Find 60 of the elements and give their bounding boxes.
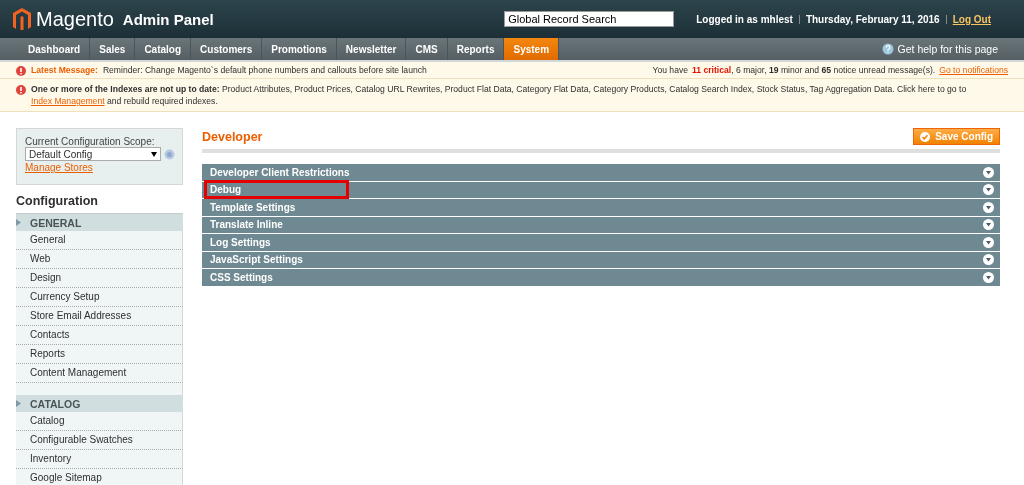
expand-icon xyxy=(983,166,994,178)
sidebar-item[interactable]: Web xyxy=(16,250,183,269)
check-icon xyxy=(920,131,931,142)
nav-tab[interactable]: Dashboard xyxy=(19,38,91,60)
section-header[interactable]: Debug xyxy=(202,181,1000,199)
sidebar-item[interactable]: Currency Setup xyxy=(16,288,183,307)
nav-tab[interactable]: CMS xyxy=(406,38,448,60)
sidebar-item[interactable]: Google Sitemap xyxy=(16,469,183,485)
scope-select[interactable]: Default Config xyxy=(25,147,161,161)
sidebar-item[interactable]: Store Email Addresses xyxy=(16,307,183,326)
user-label: Logged in as mhlest xyxy=(696,13,793,25)
section-header[interactable]: Log Settings xyxy=(202,234,1000,252)
nav-tab[interactable]: Promotions xyxy=(262,38,337,60)
search-field[interactable]: Global Record Search xyxy=(504,11,675,27)
section-header[interactable]: CSS Settings xyxy=(202,269,1000,287)
notifications-link[interactable]: Go to notifications xyxy=(939,64,1008,76)
sidebar-item[interactable]: Configurable Swatches xyxy=(16,431,183,450)
index-management-link[interactable]: Index Management xyxy=(31,96,105,106)
sidebar-item[interactable]: General xyxy=(16,231,183,250)
group-header[interactable]: CATALOG xyxy=(16,395,183,412)
date-label: Thursday, February 11, 2016 xyxy=(805,13,940,25)
logo-subtitle: Admin Panel xyxy=(122,10,214,28)
logo-icon xyxy=(13,8,31,30)
sidebar-item[interactable]: Reports xyxy=(16,345,183,364)
sidebar-item[interactable]: Catalog xyxy=(16,412,183,431)
index-message: One or more of the Indexes are not up to date: Product Attributes, Product Prices, Catalog URL Rewrites, Product Flat Data, Category Flat Data, Category Products, Catalog Search Index, Stock Status, Tag Aggregation Data. Click here to go to Index Management and rebuild required indexes. xyxy=(31,83,968,107)
warning-icon xyxy=(16,84,26,95)
triangle-icon xyxy=(16,400,21,407)
sidebar-item[interactable]: Inventory xyxy=(16,450,183,469)
message-text: Reminder: Change Magento`s default phone numbers and callouts before site launch xyxy=(102,64,427,76)
sidebar-item[interactable]: Content Management xyxy=(16,364,183,383)
group-header[interactable]: GENERAL xyxy=(16,214,183,231)
nav-tab[interactable]: System xyxy=(504,38,560,60)
help-link[interactable]: Get help for this page xyxy=(881,38,998,60)
manage-stores-link[interactable]: Manage Stores xyxy=(25,162,93,173)
expand-icon xyxy=(983,184,994,196)
nav-tab[interactable]: Catalog xyxy=(135,38,192,60)
sidebar-item[interactable]: Design xyxy=(16,269,183,288)
logo-text: Magento xyxy=(36,7,114,31)
caret-icon xyxy=(151,151,157,157)
section-header[interactable]: Developer Client Restrictions xyxy=(202,164,1000,182)
expand-icon xyxy=(983,254,994,266)
scope-label: Current Configuration Scope: xyxy=(25,136,156,147)
warning-icon xyxy=(16,65,26,76)
nav-tab[interactable]: Customers xyxy=(191,38,263,60)
expand-icon xyxy=(983,201,994,213)
help-icon xyxy=(164,148,175,160)
expand-icon xyxy=(983,219,994,231)
help-icon xyxy=(881,43,894,55)
expand-icon xyxy=(983,271,994,283)
nav-tab[interactable]: Newsletter xyxy=(336,38,407,60)
section-header[interactable]: Template Settings xyxy=(202,199,1000,217)
triangle-icon xyxy=(16,219,21,226)
expand-icon xyxy=(983,236,994,248)
nav-tab[interactable]: Sales xyxy=(90,38,136,60)
notification-summary: You have 11 critical, 6 major, 19 minor and 65 notice unread message(s). Go to notifications xyxy=(652,64,1008,76)
logout-link[interactable]: Log Out xyxy=(952,13,991,25)
message-label: Latest Message: xyxy=(31,64,98,76)
sidebar-item[interactable]: Contacts xyxy=(16,326,183,345)
page-title: Developer xyxy=(202,129,263,144)
